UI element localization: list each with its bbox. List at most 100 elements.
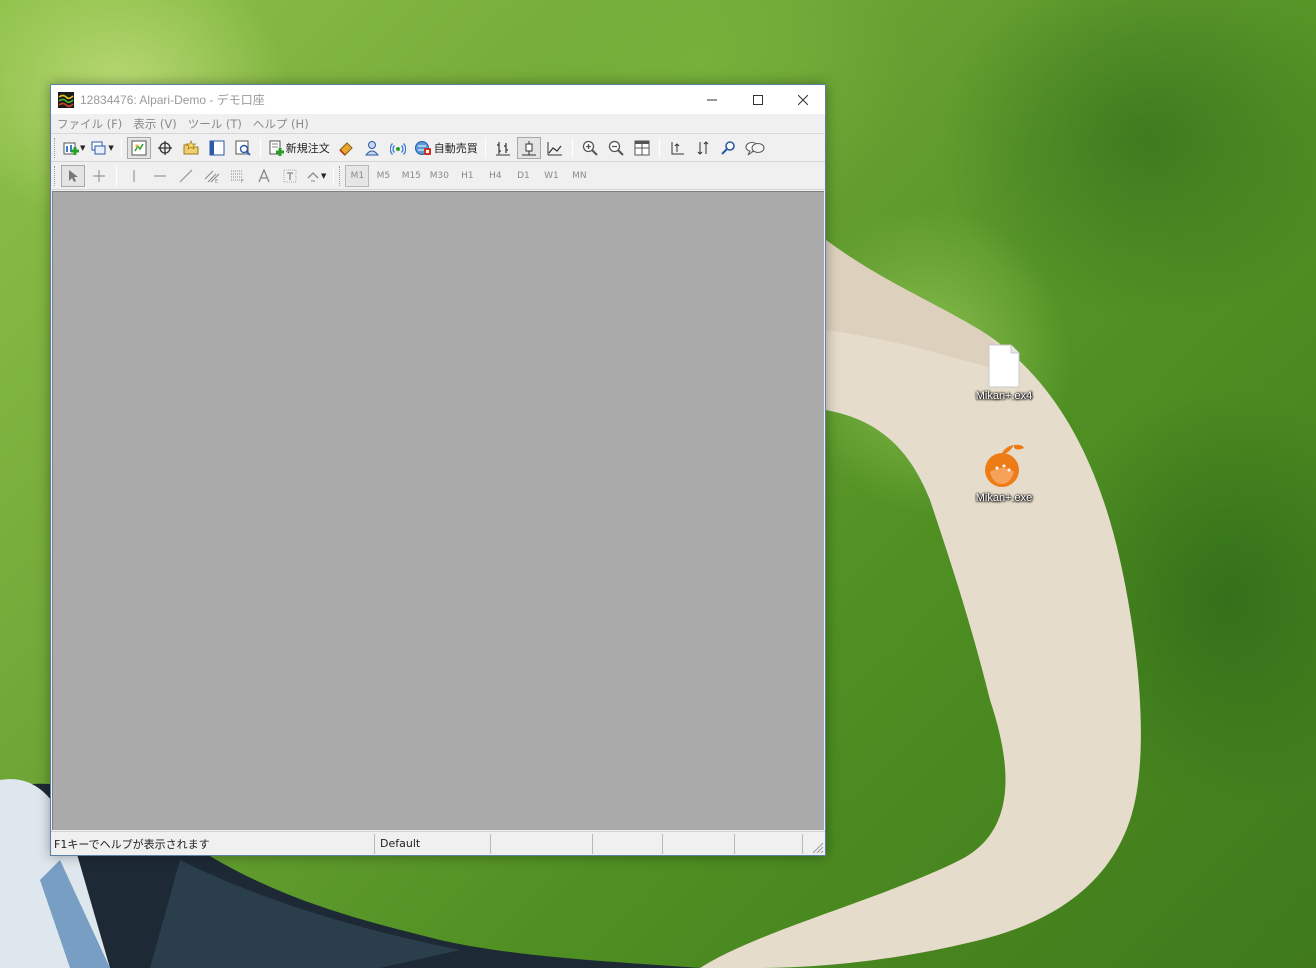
desktop-icon-exe[interactable]: Mikan+.exe <box>964 442 1044 504</box>
status-cell <box>663 833 735 854</box>
market-watch-button[interactable] <box>126 136 151 159</box>
timeframe-h4[interactable]: H4 <box>481 165 509 187</box>
new-order-label: 新規注文 <box>285 141 330 155</box>
desktop-icon-label: Mikan+.ex4 <box>975 390 1033 402</box>
trendline-button[interactable] <box>174 165 198 187</box>
chat-icon <box>745 141 765 155</box>
text-button[interactable] <box>252 165 276 187</box>
toolbar-grip[interactable] <box>54 165 57 186</box>
navigator-button[interactable] <box>179 137 203 159</box>
trendline-icon <box>179 169 193 182</box>
chart-workspace[interactable] <box>52 191 824 830</box>
chevron-down-icon: ▼ <box>108 143 114 152</box>
search-button[interactable] <box>717 137 741 159</box>
toolbar-separator <box>259 137 261 158</box>
signal-icon <box>389 142 406 155</box>
timeframe-d1[interactable]: D1 <box>509 165 537 187</box>
svg-text:F: F <box>241 179 244 183</box>
desktop-icon-label: Mikan+.exe <box>975 492 1033 504</box>
toolbar-grip[interactable] <box>54 137 57 158</box>
crosshair-icon <box>93 169 105 182</box>
orange-app-icon <box>985 444 1024 487</box>
autoscroll-button[interactable] <box>691 137 715 159</box>
bar-chart-icon <box>495 141 510 155</box>
maximize-button[interactable] <box>735 85 781 114</box>
menu-bar: ファイル (F) 表示 (V) ツール (T) ヘルプ (H) <box>51 114 825 134</box>
timeframe-mn[interactable]: MN <box>565 165 593 187</box>
timeframe-m15[interactable]: M15 <box>397 165 425 187</box>
desktop-icon-ex4[interactable]: Mikan+.ex4 <box>964 344 1044 402</box>
zoom-out-button[interactable] <box>604 137 628 159</box>
tile-windows-button[interactable] <box>630 137 654 159</box>
chevron-down-icon: ▼ <box>80 143 86 152</box>
zoom-in-button[interactable] <box>578 137 602 159</box>
metaeditor-button[interactable] <box>334 137 358 159</box>
new-order-button[interactable]: 新規注文 <box>266 137 332 159</box>
svg-text:E: E <box>215 179 218 183</box>
terminal-icon <box>209 140 225 155</box>
resize-grip-icon[interactable] <box>810 840 824 854</box>
bar-chart-button[interactable] <box>491 137 515 159</box>
terminal-button[interactable] <box>205 137 229 159</box>
text-a-icon <box>258 168 270 182</box>
status-cell <box>735 833 803 854</box>
close-button[interactable] <box>780 85 826 114</box>
new-order-icon <box>269 140 284 156</box>
arrows-icon <box>307 171 319 181</box>
vertical-line-button[interactable] <box>122 165 146 187</box>
metatrader-window: 12834476: Alpari-Demo - デモ口座 ファイル (F) 表示… <box>50 84 826 856</box>
standard-toolbar: ▼ ▼ 新規注文 自動売買 <box>51 134 825 162</box>
timeframe-m30[interactable]: M30 <box>425 165 453 187</box>
toolbar-grip[interactable] <box>339 165 342 186</box>
tile-icon <box>634 140 650 155</box>
timeframe-m5[interactable]: M5 <box>369 165 397 187</box>
chat-button[interactable] <box>743 137 767 159</box>
cursor-arrow-icon <box>69 169 78 182</box>
timeframe-w1[interactable]: W1 <box>537 165 565 187</box>
user-icon <box>364 140 379 155</box>
line-chart-button[interactable] <box>543 137 567 159</box>
new-chart-button[interactable]: ▼ <box>61 137 87 159</box>
file-icon <box>988 344 1020 388</box>
status-help-text: F1キーでヘルプが表示されます <box>51 833 375 854</box>
timeframe-h1[interactable]: H1 <box>453 165 481 187</box>
line-studies-toolbar: E F ▼ M1 M5 M15 M30 H1 H4 D1 W1 MN <box>51 162 825 190</box>
equidistant-channel-button[interactable]: E <box>200 165 224 187</box>
horizontal-line-icon <box>154 175 166 176</box>
menu-file[interactable]: ファイル (F) <box>57 116 122 132</box>
minimize-button[interactable] <box>689 85 735 114</box>
maximize-icon <box>753 94 763 105</box>
vertical-line-icon <box>133 169 135 182</box>
toolbar-separator <box>333 165 335 186</box>
text-label-button[interactable] <box>278 165 302 187</box>
fibonacci-icon: F <box>231 170 244 183</box>
signals-button[interactable] <box>386 137 410 159</box>
zoom-in-icon <box>582 140 598 156</box>
profiles-button[interactable]: ▼ <box>89 137 115 159</box>
crosshair-button[interactable] <box>87 165 111 187</box>
timeframe-m1[interactable]: M1 <box>345 164 370 187</box>
title-bar[interactable]: 12834476: Alpari-Demo - デモ口座 <box>51 85 825 114</box>
menu-view[interactable]: 表示 (V) <box>133 116 177 132</box>
menu-tools[interactable]: ツール (T) <box>188 116 242 132</box>
horizontal-line-button[interactable] <box>148 165 172 187</box>
chart-shift-button[interactable] <box>665 137 689 159</box>
book-icon <box>339 141 353 156</box>
menu-help[interactable]: ヘルプ (H) <box>253 116 309 132</box>
market-watch-icon <box>131 140 147 155</box>
channel-icon: E <box>204 170 220 183</box>
data-window-button[interactable] <box>153 137 177 159</box>
arrows-button[interactable]: ▼ <box>304 165 328 187</box>
accounts-button[interactable] <box>360 137 384 159</box>
toolbar-separator <box>116 165 117 186</box>
strategy-tester-button[interactable] <box>231 137 255 159</box>
fibonacci-button[interactable]: F <box>226 165 250 187</box>
chart-shift-icon <box>671 141 684 154</box>
tester-icon <box>235 140 251 156</box>
toolbar-separator <box>658 137 660 158</box>
cursor-button[interactable] <box>61 164 85 187</box>
auto-trading-button[interactable]: 自動売買 <box>412 137 480 159</box>
candlestick-button[interactable] <box>516 136 541 159</box>
minimize-icon <box>707 99 717 100</box>
status-bar: F1キーでヘルプが表示されます Default <box>51 831 825 855</box>
